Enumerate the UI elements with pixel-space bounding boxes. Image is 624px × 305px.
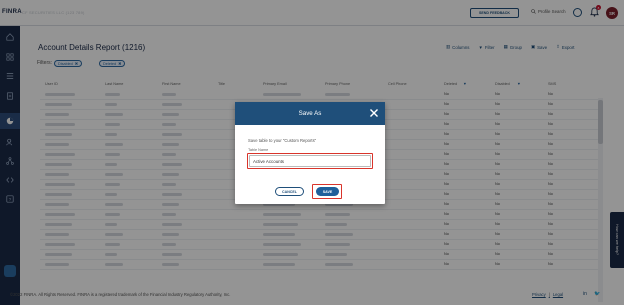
close-icon[interactable] [369,108,379,118]
save-as-dialog: Save As Save table to your "Custom Repor… [235,102,385,204]
save-button[interactable]: SAVE [316,187,339,196]
table-name-input[interactable] [249,155,371,167]
dialog-description: Save table to your "Custom Reports" [248,138,317,143]
table-name-label: Table Name [248,148,269,152]
cancel-button[interactable]: CANCEL [275,187,304,196]
dialog-header: Save As [235,102,385,125]
dialog-title: Save As [298,110,322,117]
